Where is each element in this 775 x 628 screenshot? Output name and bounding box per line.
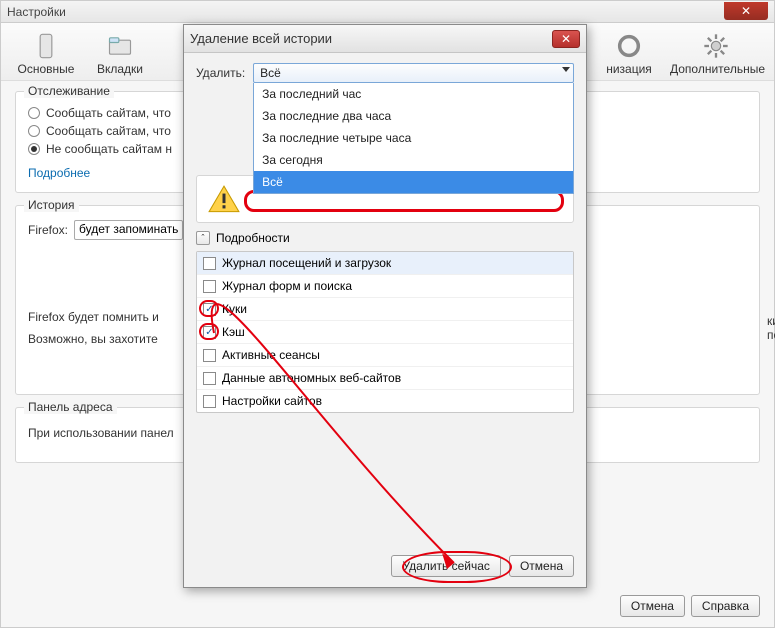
combo-selected: Всё <box>260 66 281 80</box>
details-label: Подробности <box>216 231 290 245</box>
tab-sync[interactable]: низация <box>596 32 662 76</box>
checklist-item[interactable]: Журнал форм и поиска <box>197 275 573 298</box>
legend-history: История <box>24 198 79 212</box>
dialog-footer: Удалить сейчас Отмена <box>391 555 574 577</box>
checklist-item[interactable]: Активные сеансы <box>197 344 573 367</box>
legend-tracking: Отслеживание <box>24 84 114 98</box>
details-toggle[interactable]: ˆ Подробности <box>196 231 574 245</box>
dialog-title: Удаление всей истории <box>190 31 552 46</box>
checklist-label: Активные сеансы <box>222 348 320 362</box>
checklist-item[interactable]: Настройки сайтов <box>197 390 573 412</box>
combo-option[interactable]: За последние два часа <box>254 105 573 127</box>
checklist: Журнал посещений и загрузок Журнал форм и… <box>196 251 574 413</box>
checkbox[interactable] <box>203 257 216 270</box>
checkbox[interactable]: ✓ <box>203 326 216 339</box>
checkbox[interactable] <box>203 372 216 385</box>
tab-general[interactable]: Основные <box>13 32 79 76</box>
checkbox[interactable] <box>203 395 216 408</box>
checkbox[interactable]: ✓ <box>203 303 216 316</box>
checklist-label: Данные автономных веб-сайтов <box>222 371 401 385</box>
disclosure-icon: ˆ <box>196 231 210 245</box>
label-delete: Удалить: <box>196 66 245 80</box>
checklist-item[interactable]: ✓ Кэш <box>197 321 573 344</box>
help-button[interactable]: Справка <box>691 595 760 617</box>
combo-option[interactable]: За последний час <box>254 83 573 105</box>
settings-footer: Отмена Справка <box>620 595 760 617</box>
checklist-item[interactable]: Данные автономных веб-сайтов <box>197 367 573 390</box>
combo-option[interactable]: За последние четыре часа <box>254 127 573 149</box>
checklist-label: Кэш <box>222 325 245 339</box>
select-history-mode[interactable]: будет запоминать <box>74 220 183 240</box>
checkbox[interactable] <box>203 280 216 293</box>
cancel-button[interactable]: Отмена <box>620 595 685 617</box>
chevron-down-icon <box>562 67 570 72</box>
cancel-button[interactable]: Отмена <box>509 555 574 577</box>
clear-history-dialog: Удаление всей истории ✕ Удалить: Всё За … <box>183 24 587 588</box>
checklist-item[interactable]: ✓ Куки <box>197 298 573 321</box>
tab-tabs[interactable]: Вкладки <box>87 32 153 76</box>
close-icon[interactable]: ✕ <box>552 30 580 48</box>
checklist-item[interactable]: Журнал посещений и загрузок <box>197 252 573 275</box>
legend-address: Панель адреса <box>24 400 117 414</box>
window-title: Настройки <box>7 5 724 19</box>
checklist-label: Куки <box>222 302 247 316</box>
checklist-label: Журнал форм и поиска <box>222 279 352 293</box>
label-firefox: Firefox: <box>28 223 68 237</box>
combo-time-range[interactable]: Всё За последний часЗа последние два час… <box>253 63 574 83</box>
dialog-titlebar: Удаление всей истории ✕ <box>184 25 586 53</box>
tab-advanced[interactable]: Дополнительные <box>670 32 762 76</box>
link-more[interactable]: Подробнее <box>28 166 90 180</box>
combo-list: За последний часЗа последние два часаЗа … <box>253 83 574 194</box>
label-address: При использовании панел <box>28 426 174 440</box>
combo-option[interactable]: За сегодня <box>254 149 573 171</box>
titlebar: Настройки ✕ <box>1 1 774 23</box>
delete-now-button[interactable]: Удалить сейчас <box>391 555 500 577</box>
checklist-label: Журнал посещений и загрузок <box>222 256 391 270</box>
warning-icon <box>207 184 241 214</box>
checklist-label: Настройки сайтов <box>222 394 322 408</box>
combo-option[interactable]: Всё <box>254 171 573 193</box>
checkbox[interactable] <box>203 349 216 362</box>
para-remember-tail: ки, оставленные посещёнными вами ве <box>767 314 775 342</box>
close-icon[interactable]: ✕ <box>724 2 768 20</box>
